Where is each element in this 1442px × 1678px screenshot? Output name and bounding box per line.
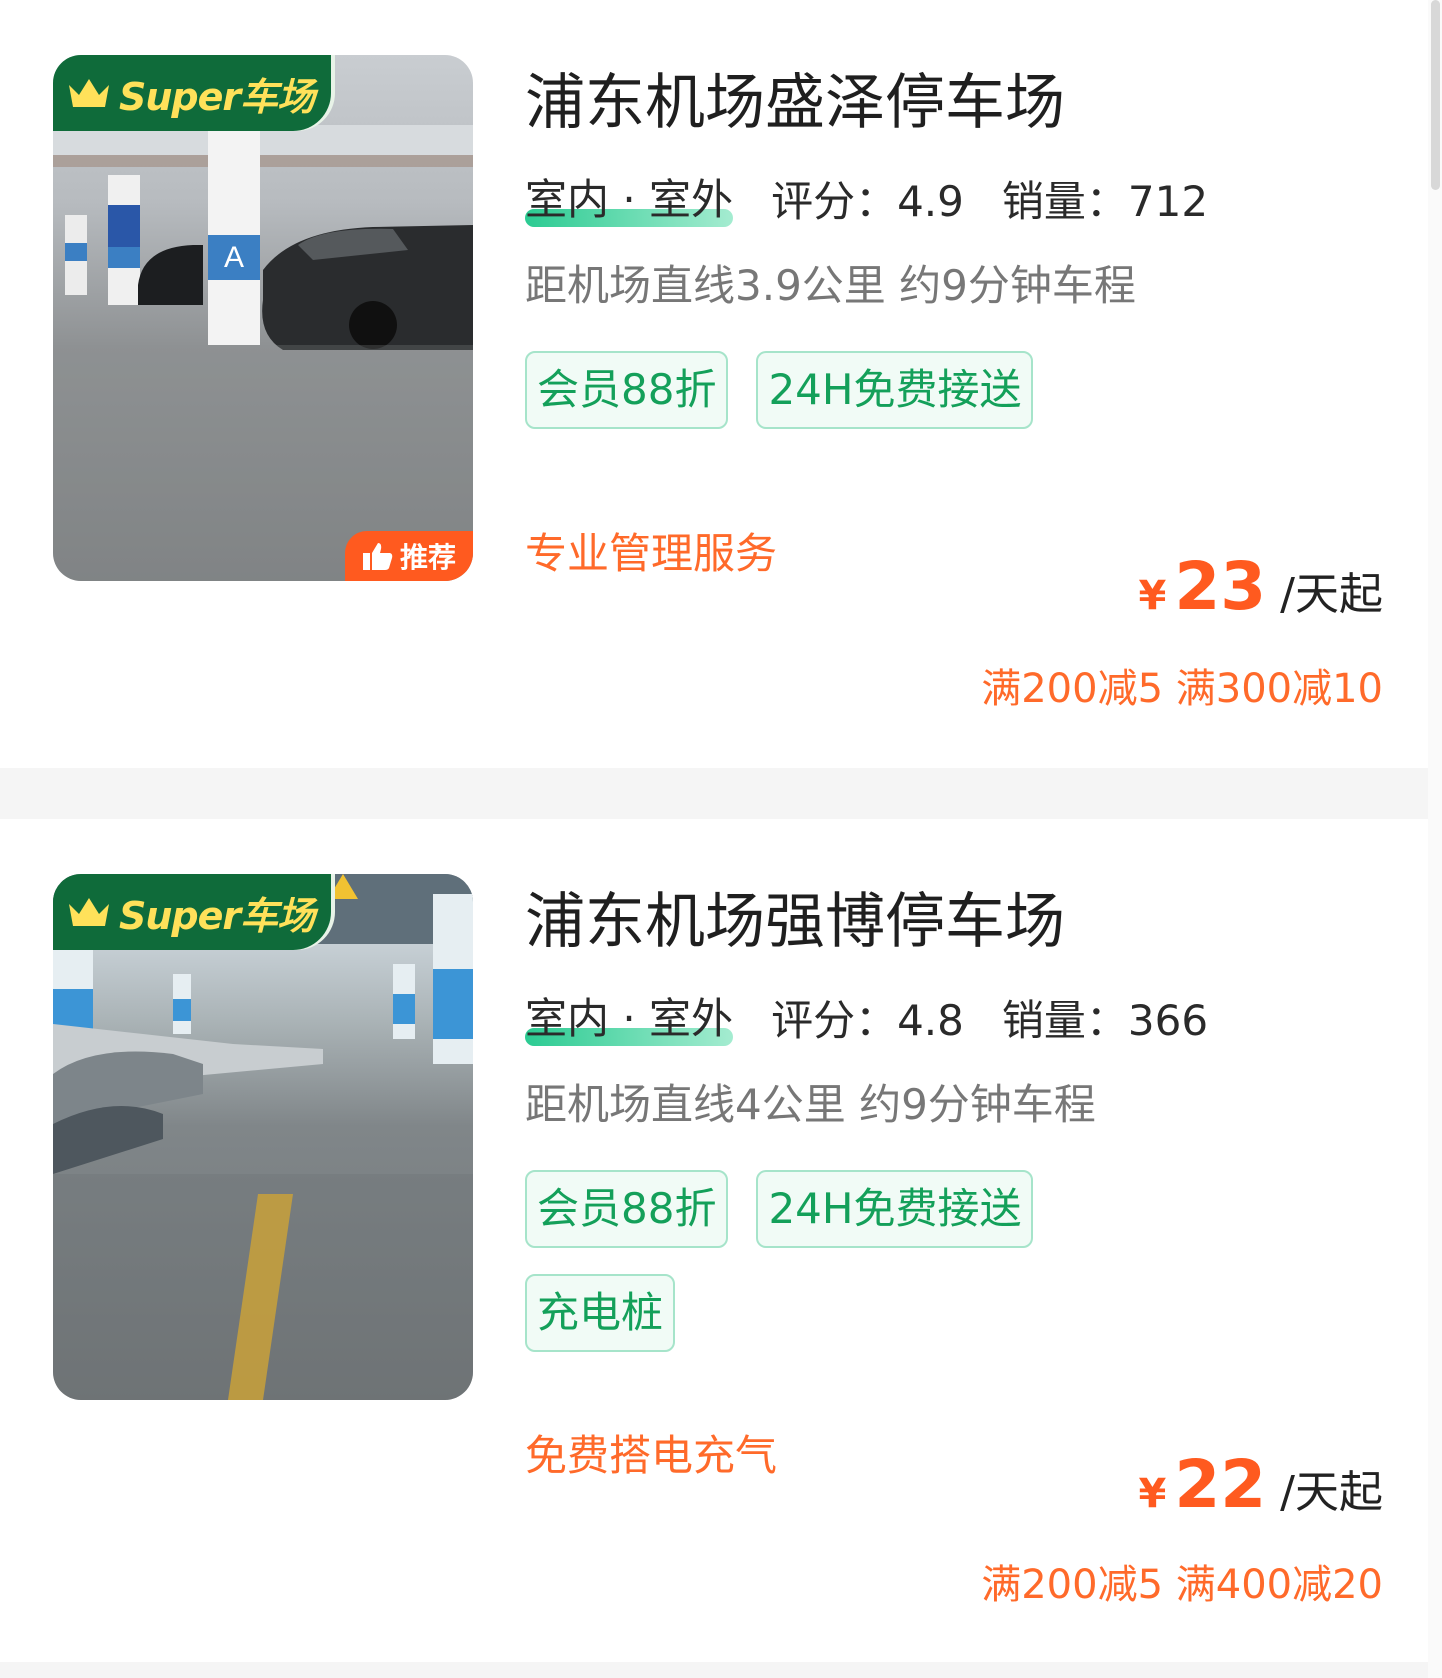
crown-icon: [69, 79, 109, 107]
super-parking-badge: Super车场: [53, 55, 331, 131]
feature-tags: 会员88折 24H免费接送 充电桩: [525, 1170, 1145, 1352]
scrollbar-thumb[interactable]: [1431, 0, 1440, 190]
recommend-label: 推荐: [399, 541, 456, 574]
price-value: 23: [1174, 548, 1267, 625]
parking-type-tag: 室内 · 室外: [525, 985, 734, 1050]
listing-meta: 室内 · 室外 评分：4.9 销量：712: [525, 168, 1388, 228]
parking-listing-card[interactable]: Super车场 浦东机场强博停车场 室内 · 室外 评分：4.8 销量：366 …: [0, 819, 1428, 1662]
price-unit: /天起: [1280, 569, 1383, 620]
parking-lot-photo[interactable]: A Super车场 推荐: [53, 55, 473, 581]
listing-info: 浦东机场盛泽停车场 室内 · 室外 评分：4.9 销量：712 距机场直线3.9…: [525, 60, 1388, 429]
service-slogan: 专业管理服务: [525, 529, 778, 578]
price-unit: /天起: [1280, 1467, 1383, 1518]
price-value: 22: [1174, 1446, 1267, 1523]
listing-meta: 室内 · 室外 评分：4.8 销量：366: [525, 987, 1388, 1047]
crown-icon: [69, 898, 109, 926]
super-badge-label: Super车场: [119, 893, 315, 938]
distance-info: 距机场直线4公里 约9分钟车程: [525, 1080, 1096, 1129]
feature-tag: 会员88折: [525, 351, 729, 429]
distance-info: 距机场直线3.9公里 约9分钟车程: [525, 261, 1136, 310]
rating: 评分：4.8: [771, 995, 964, 1045]
feature-tag: 会员88折: [525, 1170, 729, 1248]
currency-symbol: ¥: [1138, 573, 1167, 619]
discount-offers: 满200减5 满400减20: [981, 1562, 1383, 1608]
service-slogan: 免费搭电充气: [525, 1431, 778, 1480]
super-parking-badge: Super车场: [53, 874, 331, 950]
rating: 评分：4.9: [771, 176, 964, 226]
recommend-badge: 推荐: [345, 531, 473, 581]
currency-symbol: ¥: [1138, 1471, 1167, 1517]
listing-title[interactable]: 浦东机场强博停车场: [525, 879, 1388, 965]
feature-tags: 会员88折 24H免费接送: [525, 351, 1145, 429]
parking-type-tag: 室内 · 室外: [525, 166, 734, 231]
super-badge-label: Super车场: [119, 74, 315, 119]
thumbs-up-icon: [362, 543, 393, 570]
price: ¥ 23 /天起: [1138, 548, 1383, 625]
scrollbar[interactable]: [1428, 0, 1442, 1678]
listing-info: 浦东机场强博停车场 室内 · 室外 评分：4.8 销量：366 距机场直线4公里…: [525, 879, 1388, 1352]
feature-tag: 24H免费接送: [756, 351, 1034, 429]
parking-lot-photo[interactable]: Super车场: [53, 874, 473, 1400]
feature-tag: 充电桩: [525, 1274, 676, 1352]
discount-offers: 满200减5 满300减10: [981, 666, 1383, 712]
price: ¥ 22 /天起: [1138, 1446, 1383, 1523]
sales-count: 销量：366: [1001, 995, 1209, 1045]
listing-title[interactable]: 浦东机场盛泽停车场: [525, 60, 1388, 146]
sales-count: 销量：712: [1001, 176, 1209, 226]
parking-listing-card[interactable]: A Super车场 推荐 浦东机场盛泽停车场 室内 · 室外 评分：4.9 销量…: [0, 0, 1428, 768]
feature-tag: 24H免费接送: [756, 1170, 1034, 1248]
svg-text:A: A: [224, 241, 244, 274]
